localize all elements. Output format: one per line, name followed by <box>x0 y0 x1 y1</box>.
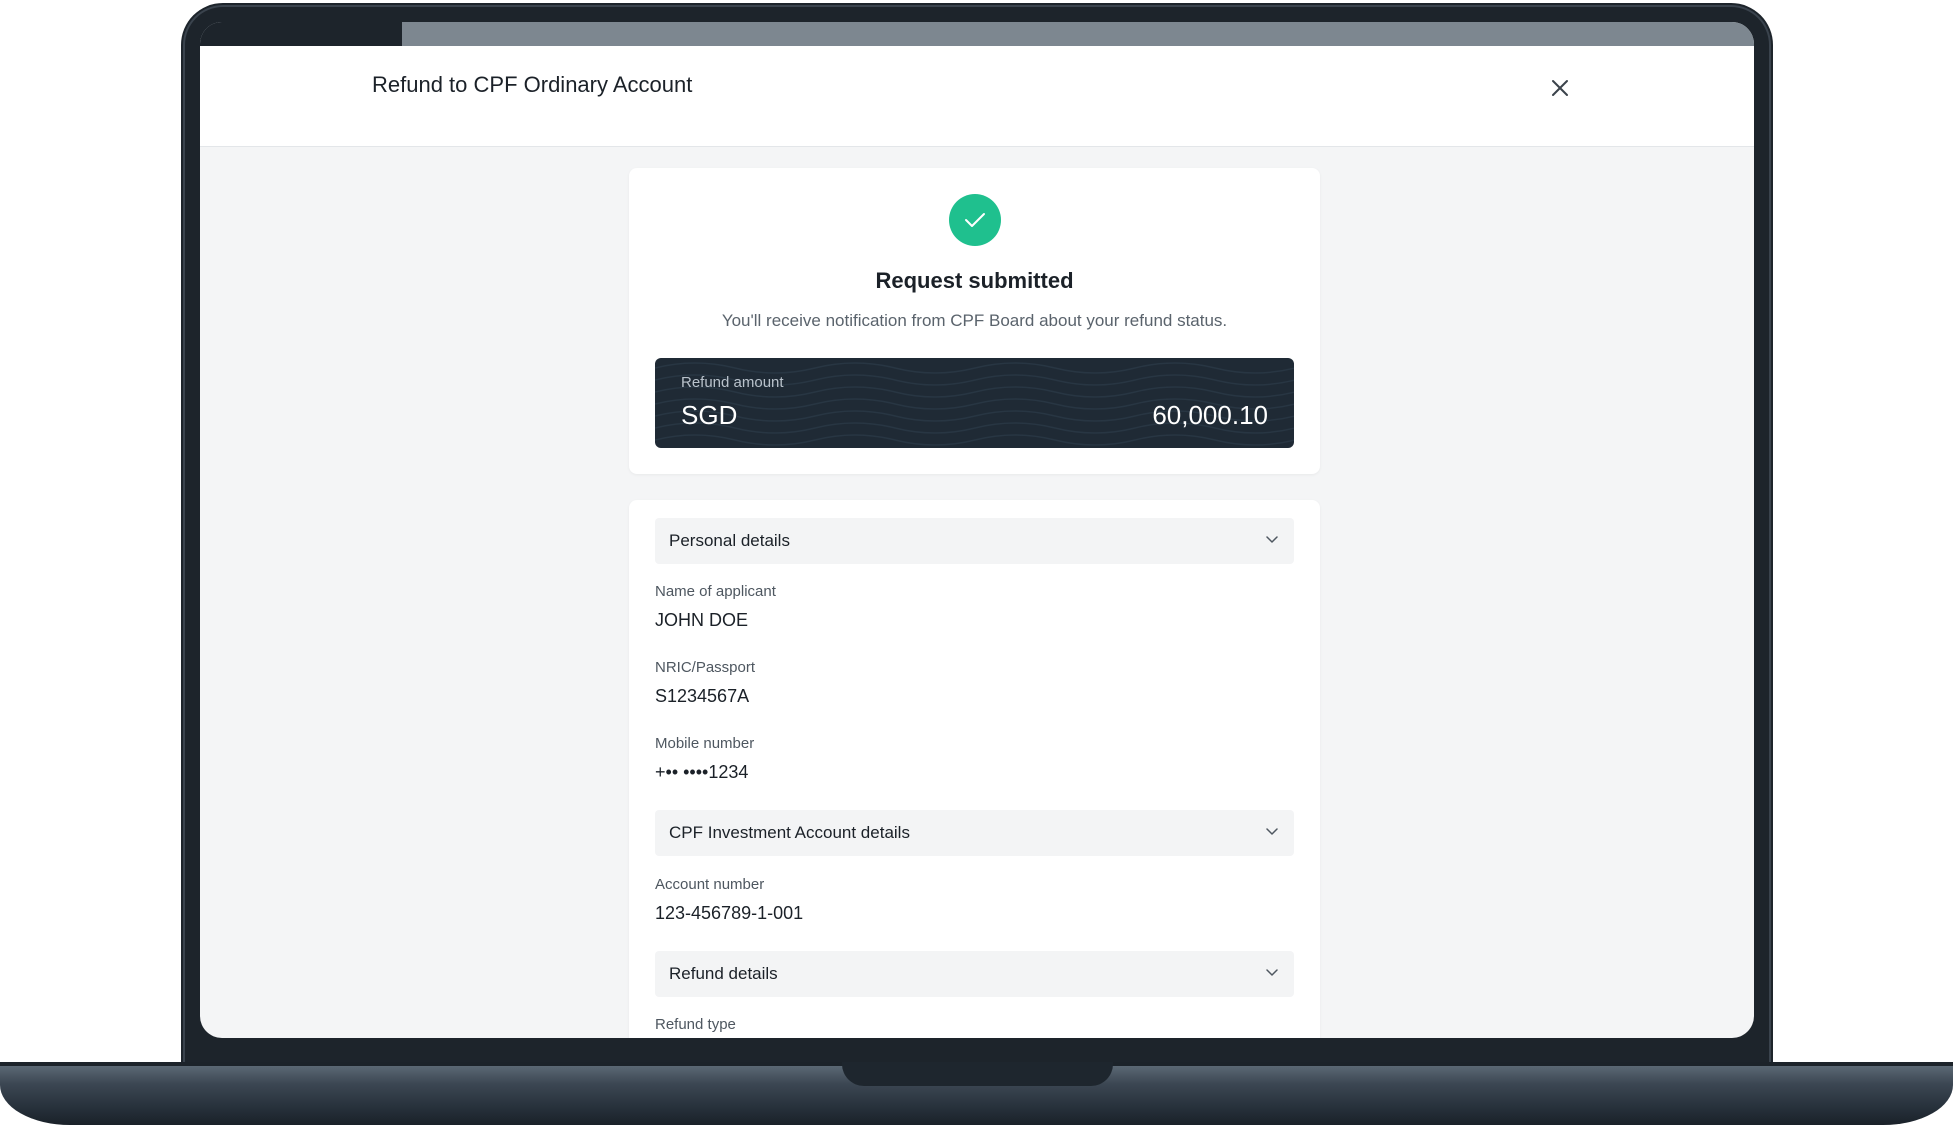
success-title: Request submitted <box>875 268 1074 293</box>
progress-bar <box>200 22 1754 46</box>
field-value-account-number: 123-456789-1-001 <box>655 903 804 923</box>
close-button[interactable] <box>1546 74 1574 102</box>
refund-currency: SGD <box>681 400 738 430</box>
details-card: Personal details Name of applicant JOHN … <box>629 500 1320 1038</box>
progress-bar-fill <box>200 22 403 46</box>
chevron-down-icon <box>1266 536 1278 543</box>
success-description: You'll receive notification from CPF Boa… <box>721 311 1228 330</box>
field-value-name: JOHN DOE <box>655 610 749 630</box>
section-title: CPF Investment Account details <box>669 823 910 842</box>
field-label-name: Name of applicant <box>655 583 776 600</box>
field-value-mobile: +•• ••••1234 <box>655 762 749 782</box>
check-icon <box>965 213 985 227</box>
success-badge <box>949 194 1001 246</box>
section-header-investment-account[interactable]: CPF Investment Account details <box>655 810 1294 856</box>
field-label-mobile: Mobile number <box>655 735 755 752</box>
laptop-notch <box>842 1062 1113 1086</box>
refund-amount-box: Refund amount SGD 60,000.10 <box>655 358 1294 448</box>
chevron-down-icon <box>1266 828 1278 835</box>
laptop-screen: Refund to CPF Ordinary Account Request s… <box>200 22 1754 1038</box>
field-value-nric: S1234567A <box>655 686 750 706</box>
success-card: Request submitted You'll receive notific… <box>629 168 1320 474</box>
field-label-nric: NRIC/Passport <box>655 659 756 676</box>
close-icon <box>1552 80 1568 96</box>
field-label-refund-type: Refund type <box>655 1016 736 1033</box>
refund-amount-value: 60,000.10 <box>1152 400 1268 430</box>
chevron-down-icon <box>1266 969 1278 976</box>
page-title: Refund to CPF Ordinary Account <box>372 72 693 97</box>
section-header-refund-details[interactable]: Refund details <box>655 951 1294 997</box>
modal-header: Refund to CPF Ordinary Account <box>200 46 1754 147</box>
refund-amount-label: Refund amount <box>681 374 784 391</box>
section-title: Personal details <box>669 531 790 550</box>
field-label-account-number: Account number <box>655 876 765 893</box>
section-header-personal-details[interactable]: Personal details <box>655 518 1294 564</box>
section-title: Refund details <box>669 964 778 983</box>
